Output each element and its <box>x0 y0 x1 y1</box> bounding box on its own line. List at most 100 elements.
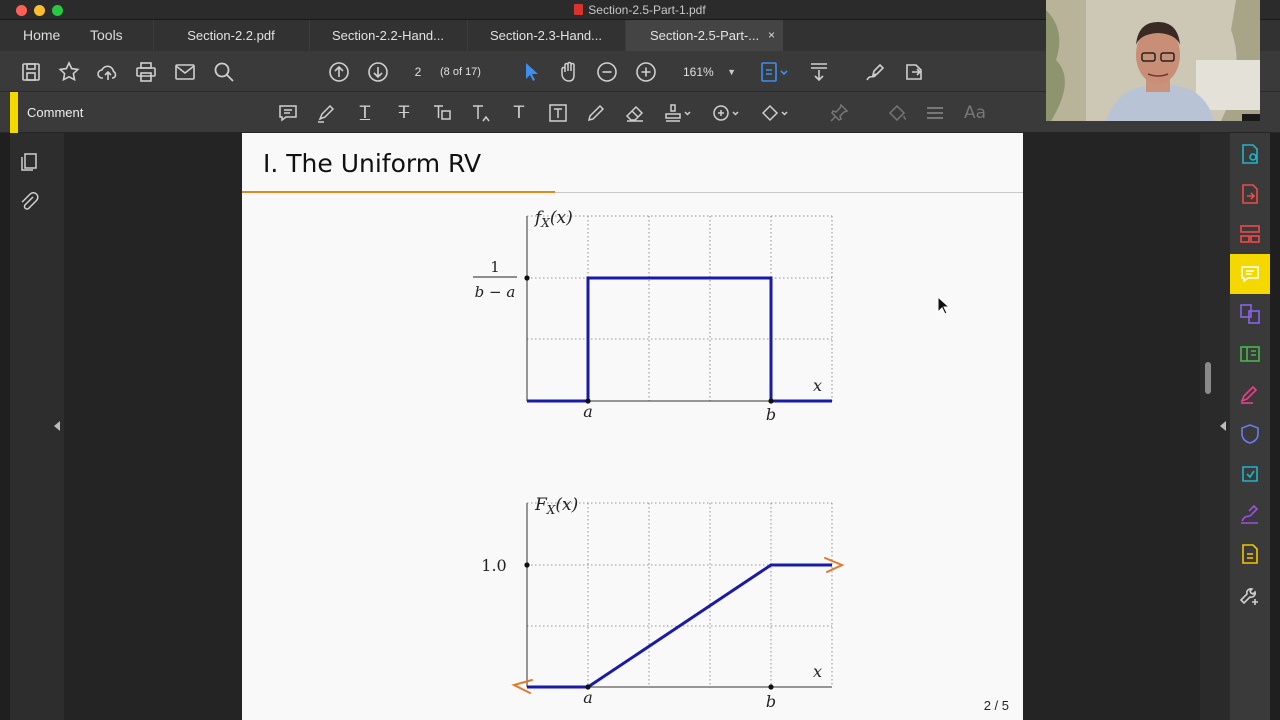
previous-page-icon[interactable] <box>327 60 351 84</box>
combine-files-icon[interactable] <box>1238 302 1262 326</box>
cdf-series-line <box>527 563 832 689</box>
cloud-upload-icon[interactable] <box>96 60 120 84</box>
acrobat-window: Section-2.5-Part-1.pdf Home Tools Sectio… <box>0 0 1280 720</box>
pdf-density-chart: fX(x) 1 b − a x a b <box>473 208 833 424</box>
action-wizard-icon[interactable] <box>1238 462 1262 486</box>
zoom-value: 161% <box>683 65 714 79</box>
pencil-icon[interactable] <box>585 102 607 124</box>
sticky-note-icon[interactable] <box>277 102 299 124</box>
edit-pdf-icon[interactable] <box>1238 342 1262 366</box>
bookmark-star-icon[interactable] <box>57 60 81 84</box>
request-signature-icon[interactable] <box>1238 502 1262 526</box>
doc-tab-label: Section-2.5-Part-... <box>650 28 760 43</box>
doc-tab-label: Section-2.3-Hand... <box>489 28 602 43</box>
page-thumbnails-icon[interactable] <box>18 151 40 173</box>
select-cursor-icon[interactable] <box>519 60 543 84</box>
stamp-icon[interactable] <box>663 102 693 124</box>
b-tick-label: b <box>766 405 776 424</box>
home-tab[interactable]: Home <box>23 27 60 43</box>
level-tick-dot <box>524 275 530 281</box>
eraser-icon[interactable] <box>624 102 646 124</box>
save-icon[interactable] <box>19 60 43 84</box>
font-style-icon[interactable]: Aa <box>962 102 988 124</box>
scroll-mode-icon[interactable] <box>807 60 831 84</box>
b-tick-label: b <box>766 692 776 711</box>
y-axis-label: fX(x) <box>533 208 573 230</box>
text-box-icon[interactable] <box>547 102 569 124</box>
fill-sign-icon[interactable] <box>863 60 887 84</box>
a-tick-label: a <box>583 402 593 421</box>
page-display-icon[interactable] <box>758 60 790 84</box>
zoom-in-icon[interactable] <box>634 60 658 84</box>
mouse-cursor-icon <box>937 296 951 315</box>
presenter-video <box>1046 0 1260 121</box>
create-pdf-icon[interactable] <box>1238 142 1262 166</box>
level-tick-label: 1.0 <box>481 556 506 575</box>
pdf-page: I. The Uniform RV fX(x) 1 b − a x a b FX… <box>242 133 1023 720</box>
pdf-file-icon <box>574 4 584 15</box>
page-number-input[interactable]: 2 <box>405 61 431 83</box>
attach-icon[interactable] <box>711 102 741 124</box>
underline-text-icon[interactable]: T <box>354 102 376 124</box>
grid <box>527 502 833 687</box>
text-glyph: T <box>513 103 525 123</box>
tools-tab[interactable]: Tools <box>90 27 123 43</box>
strikethrough-icon[interactable]: T <box>393 102 415 124</box>
doc-tab[interactable]: Section-2.2-Hand... <box>309 20 466 51</box>
highlight-icon[interactable] <box>315 102 337 124</box>
b-tick-dot <box>768 684 774 690</box>
left-sidebar <box>0 133 64 720</box>
a-tick-label: a <box>583 688 593 707</box>
email-icon[interactable] <box>173 60 197 84</box>
comment-label: Comment <box>27 105 84 120</box>
vertical-scrollbar[interactable] <box>1200 133 1216 720</box>
doc-tab[interactable]: Section-2.2.pdf <box>153 20 308 51</box>
comment-accent-bar <box>10 92 18 133</box>
next-page-icon[interactable] <box>366 60 390 84</box>
collapse-right-panel-icon[interactable] <box>1220 421 1226 431</box>
page-number-label: 2 / 5 <box>983 698 1009 713</box>
fill-sign-tool-icon[interactable] <box>1238 382 1262 406</box>
title-accent-line <box>242 191 555 193</box>
more-tools-icon[interactable] <box>1238 584 1262 608</box>
send-for-review-icon[interactable] <box>1238 542 1262 566</box>
page-title: I. The Uniform RV <box>263 149 482 178</box>
insert-text-icon[interactable] <box>470 102 492 124</box>
share-sign-icon[interactable] <box>902 60 926 84</box>
text-glyph: T <box>398 103 410 123</box>
b-tick-dot <box>768 398 774 404</box>
doc-tab-active[interactable]: Section-2.5-Part-... × <box>625 20 783 51</box>
zoom-out-icon[interactable] <box>595 60 619 84</box>
level-tick-dot <box>524 562 530 568</box>
paperclip-icon[interactable] <box>18 191 40 213</box>
pdf-series-line <box>527 276 832 403</box>
replace-text-icon[interactable] <box>431 102 453 124</box>
shapes-icon[interactable] <box>760 102 790 124</box>
level-numerator: 1 <box>490 258 500 276</box>
pin-icon[interactable] <box>828 102 850 124</box>
hand-tool-icon[interactable] <box>557 60 581 84</box>
export-pdf-icon[interactable] <box>1238 182 1262 206</box>
add-text-icon[interactable]: T <box>508 102 530 124</box>
print-icon[interactable] <box>134 60 158 84</box>
right-rail <box>1216 133 1230 720</box>
search-icon[interactable] <box>212 60 236 84</box>
protect-shield-icon[interactable] <box>1238 422 1262 446</box>
page-count-label: (8 of 17) <box>440 66 481 78</box>
text-glyph: T <box>359 103 371 123</box>
webcam-video-overlay <box>1046 0 1260 121</box>
zoom-dropdown[interactable]: 161% ▼ <box>676 61 742 83</box>
right-edge <box>1270 133 1280 720</box>
doc-tab-label: Section-2.2.pdf <box>187 28 275 43</box>
line-style-icon[interactable] <box>924 102 946 124</box>
grid <box>527 215 833 401</box>
close-tab-icon[interactable]: × <box>768 20 775 51</box>
doc-tab[interactable]: Section-2.3-Hand... <box>467 20 624 51</box>
comment-tool-active[interactable] <box>1230 254 1270 294</box>
x-axis-label: x <box>813 376 822 395</box>
scrollbar-thumb[interactable] <box>1205 362 1211 394</box>
y-axis-label: FX(x) <box>534 495 578 517</box>
organize-pages-icon[interactable] <box>1238 222 1262 246</box>
expand-left-panel-icon[interactable] <box>54 421 60 431</box>
fill-color-icon[interactable] <box>886 102 908 124</box>
